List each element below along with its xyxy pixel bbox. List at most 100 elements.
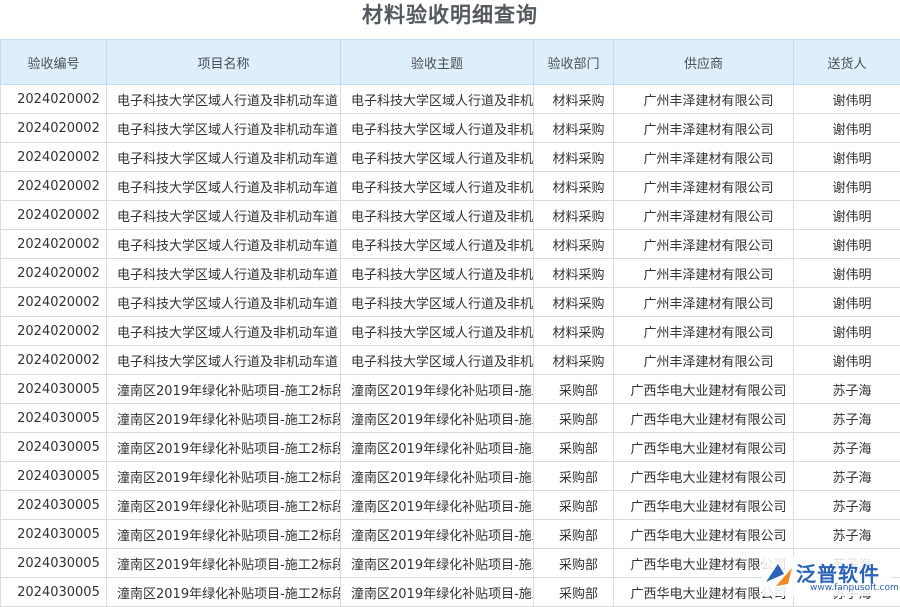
- deliverer-cell: 苏子海: [794, 433, 900, 462]
- supplier-cell: 广西华电大业建材有限公司: [614, 520, 794, 549]
- project-name-cell[interactable]: 潼南区2019年绿化补贴项目-施工2标段: [107, 462, 341, 491]
- acceptance-no-cell[interactable]: 2024020002: [1, 317, 107, 346]
- acceptance-subject-cell[interactable]: 电子科技大学区域人行道及非机: [341, 317, 534, 346]
- table-row[interactable]: 2024030005潼南区2019年绿化补贴项目-施工2标段潼南区2019年绿化…: [1, 433, 900, 462]
- table-row[interactable]: 2024030005潼南区2019年绿化补贴项目-施工2标段潼南区2019年绿化…: [1, 491, 900, 520]
- table-row[interactable]: 2024030005潼南区2019年绿化补贴项目-施工2标段潼南区2019年绿化…: [1, 462, 900, 491]
- supplier-cell: 广州丰泽建材有限公司: [614, 201, 794, 230]
- project-name-cell[interactable]: 潼南区2019年绿化补贴项目-施工2标段: [107, 578, 341, 607]
- acceptance-no-cell[interactable]: 2024030005: [1, 520, 107, 549]
- acceptance-subject-cell[interactable]: 电子科技大学区域人行道及非机: [341, 114, 534, 143]
- acceptance-subject-cell[interactable]: 潼南区2019年绿化补贴项目-施工: [341, 578, 534, 607]
- table-row[interactable]: 2024020002电子科技大学区域人行道及非机动车道电子科技大学区域人行道及非…: [1, 201, 900, 230]
- acceptance-no-cell[interactable]: 2024030005: [1, 491, 107, 520]
- project-name-cell[interactable]: 电子科技大学区域人行道及非机动车道: [107, 288, 341, 317]
- acceptance-no-cell[interactable]: 2024030005: [1, 549, 107, 578]
- project-name-cell[interactable]: 潼南区2019年绿化补贴项目-施工2标段: [107, 520, 341, 549]
- department-cell: 采购部: [534, 549, 614, 578]
- department-cell: 材料采购: [534, 288, 614, 317]
- acceptance-no-cell[interactable]: 2024020002: [1, 143, 107, 172]
- acceptance-no-cell[interactable]: 2024030005: [1, 578, 107, 607]
- deliverer-cell: 谢伟明: [794, 346, 900, 375]
- supplier-cell: 广州丰泽建材有限公司: [614, 317, 794, 346]
- table-header-row: 验收编号 项目名称 验收主题 验收部门 供应商 送货人: [1, 40, 900, 85]
- acceptance-subject-cell[interactable]: 潼南区2019年绿化补贴项目-施工: [341, 462, 534, 491]
- acceptance-subject-cell[interactable]: 电子科技大学区域人行道及非机: [341, 143, 534, 172]
- project-name-cell[interactable]: 潼南区2019年绿化补贴项目-施工2标段: [107, 375, 341, 404]
- acceptance-subject-cell[interactable]: 电子科技大学区域人行道及非机: [341, 288, 534, 317]
- acceptance-no-cell[interactable]: 2024020002: [1, 85, 107, 114]
- acceptance-no-cell[interactable]: 2024020002: [1, 346, 107, 375]
- col-header-department[interactable]: 验收部门: [534, 40, 614, 85]
- supplier-cell: 广西华电大业建材有限公司: [614, 491, 794, 520]
- project-name-cell[interactable]: 电子科技大学区域人行道及非机动车道: [107, 172, 341, 201]
- supplier-cell: 广州丰泽建材有限公司: [614, 114, 794, 143]
- project-name-cell[interactable]: 电子科技大学区域人行道及非机动车道: [107, 230, 341, 259]
- department-cell: 材料采购: [534, 346, 614, 375]
- col-header-supplier[interactable]: 供应商: [614, 40, 794, 85]
- project-name-cell[interactable]: 电子科技大学区域人行道及非机动车道: [107, 259, 341, 288]
- acceptance-subject-cell[interactable]: 电子科技大学区域人行道及非机: [341, 172, 534, 201]
- acceptance-subject-cell[interactable]: 电子科技大学区域人行道及非机: [341, 259, 534, 288]
- table-row[interactable]: 2024030005潼南区2019年绿化补贴项目-施工2标段潼南区2019年绿化…: [1, 520, 900, 549]
- acceptance-subject-cell[interactable]: 电子科技大学区域人行道及非机: [341, 85, 534, 114]
- acceptance-no-cell[interactable]: 2024030005: [1, 404, 107, 433]
- project-name-cell[interactable]: 潼南区2019年绿化补贴项目-施工2标段: [107, 404, 341, 433]
- project-name-cell[interactable]: 电子科技大学区域人行道及非机动车道: [107, 114, 341, 143]
- acceptance-subject-cell[interactable]: 电子科技大学区域人行道及非机: [341, 346, 534, 375]
- project-name-cell[interactable]: 电子科技大学区域人行道及非机动车道: [107, 346, 341, 375]
- department-cell: 采购部: [534, 491, 614, 520]
- col-header-deliverer[interactable]: 送货人: [794, 40, 900, 85]
- table-row[interactable]: 2024020002电子科技大学区域人行道及非机动车道电子科技大学区域人行道及非…: [1, 85, 900, 114]
- department-cell: 材料采购: [534, 85, 614, 114]
- table-row[interactable]: 2024020002电子科技大学区域人行道及非机动车道电子科技大学区域人行道及非…: [1, 172, 900, 201]
- brand-logo-icon: [762, 560, 796, 590]
- acceptance-no-cell[interactable]: 2024020002: [1, 201, 107, 230]
- acceptance-subject-cell[interactable]: 潼南区2019年绿化补贴项目-施工: [341, 404, 534, 433]
- acceptance-no-cell[interactable]: 2024020002: [1, 230, 107, 259]
- acceptance-subject-cell[interactable]: 潼南区2019年绿化补贴项目-施工: [341, 375, 534, 404]
- supplier-cell: 广州丰泽建材有限公司: [614, 85, 794, 114]
- acceptance-no-cell[interactable]: 2024020002: [1, 288, 107, 317]
- table-row[interactable]: 2024020002电子科技大学区域人行道及非机动车道电子科技大学区域人行道及非…: [1, 230, 900, 259]
- table-row[interactable]: 2024020002电子科技大学区域人行道及非机动车道电子科技大学区域人行道及非…: [1, 143, 900, 172]
- acceptance-subject-cell[interactable]: 电子科技大学区域人行道及非机: [341, 201, 534, 230]
- acceptance-subject-cell[interactable]: 电子科技大学区域人行道及非机: [341, 230, 534, 259]
- col-header-project-name[interactable]: 项目名称: [107, 40, 341, 85]
- deliverer-cell: 苏子海: [794, 491, 900, 520]
- acceptance-no-cell[interactable]: 2024020002: [1, 114, 107, 143]
- project-name-cell[interactable]: 电子科技大学区域人行道及非机动车道: [107, 201, 341, 230]
- table-row[interactable]: 2024020002电子科技大学区域人行道及非机动车道电子科技大学区域人行道及非…: [1, 317, 900, 346]
- project-name-cell[interactable]: 潼南区2019年绿化补贴项目-施工2标段: [107, 433, 341, 462]
- table-row[interactable]: 2024020002电子科技大学区域人行道及非机动车道电子科技大学区域人行道及非…: [1, 288, 900, 317]
- supplier-cell: 广西华电大业建材有限公司: [614, 375, 794, 404]
- acceptance-detail-table: 验收编号 项目名称 验收主题 验收部门 供应商 送货人 2024020002电子…: [0, 39, 900, 607]
- project-name-cell[interactable]: 潼南区2019年绿化补贴项目-施工2标段: [107, 491, 341, 520]
- acceptance-no-cell[interactable]: 2024030005: [1, 462, 107, 491]
- project-name-cell[interactable]: 电子科技大学区域人行道及非机动车道: [107, 85, 341, 114]
- project-name-cell[interactable]: 潼南区2019年绿化补贴项目-施工2标段: [107, 549, 341, 578]
- acceptance-no-cell[interactable]: 2024020002: [1, 259, 107, 288]
- table-row[interactable]: 2024030005潼南区2019年绿化补贴项目-施工2标段潼南区2019年绿化…: [1, 404, 900, 433]
- acceptance-no-cell[interactable]: 2024030005: [1, 433, 107, 462]
- supplier-cell: 广州丰泽建材有限公司: [614, 172, 794, 201]
- table-row[interactable]: 2024030005潼南区2019年绿化补贴项目-施工2标段潼南区2019年绿化…: [1, 375, 900, 404]
- project-name-cell[interactable]: 电子科技大学区域人行道及非机动车道: [107, 143, 341, 172]
- col-header-acceptance-subject[interactable]: 验收主题: [341, 40, 534, 85]
- acceptance-subject-cell[interactable]: 潼南区2019年绿化补贴项目-施工: [341, 549, 534, 578]
- supplier-cell: 广西华电大业建材有限公司: [614, 462, 794, 491]
- acceptance-subject-cell[interactable]: 潼南区2019年绿化补贴项目-施工: [341, 520, 534, 549]
- deliverer-cell: 谢伟明: [794, 114, 900, 143]
- table-row[interactable]: 2024020002电子科技大学区域人行道及非机动车道电子科技大学区域人行道及非…: [1, 114, 900, 143]
- page-title: 材料验收明细查询: [0, 0, 900, 38]
- project-name-cell[interactable]: 电子科技大学区域人行道及非机动车道: [107, 317, 341, 346]
- acceptance-no-cell[interactable]: 2024030005: [1, 375, 107, 404]
- acceptance-subject-cell[interactable]: 潼南区2019年绿化补贴项目-施工: [341, 433, 534, 462]
- acceptance-no-cell[interactable]: 2024020002: [1, 172, 107, 201]
- table-row[interactable]: 2024020002电子科技大学区域人行道及非机动车道电子科技大学区域人行道及非…: [1, 346, 900, 375]
- table-row[interactable]: 2024020002电子科技大学区域人行道及非机动车道电子科技大学区域人行道及非…: [1, 259, 900, 288]
- deliverer-cell: 谢伟明: [794, 230, 900, 259]
- col-header-acceptance-no[interactable]: 验收编号: [1, 40, 107, 85]
- acceptance-subject-cell[interactable]: 潼南区2019年绿化补贴项目-施工: [341, 491, 534, 520]
- department-cell: 材料采购: [534, 259, 614, 288]
